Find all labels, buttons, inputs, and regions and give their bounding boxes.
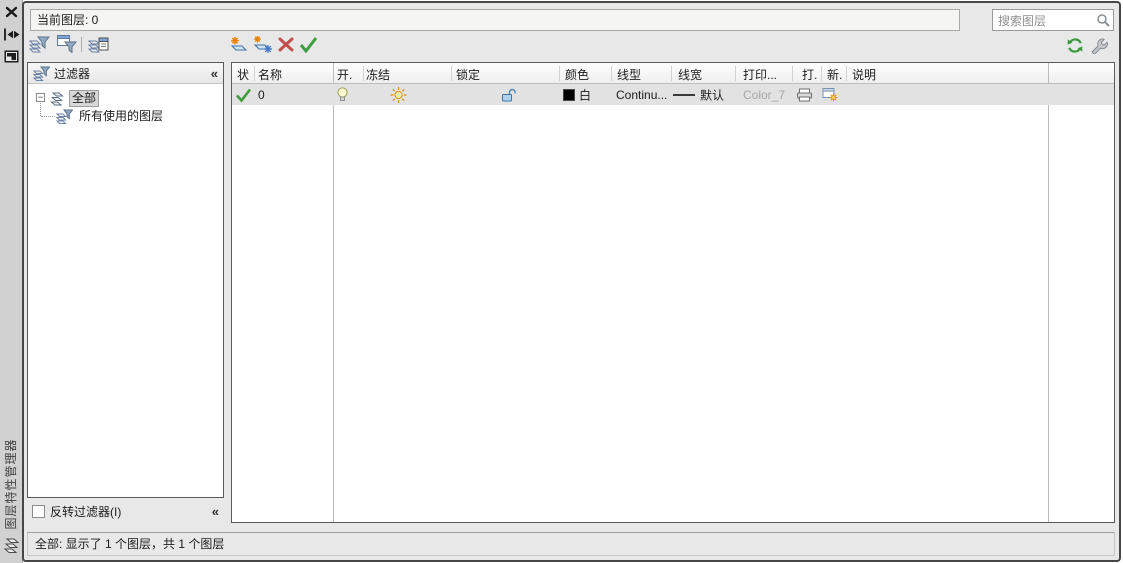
refresh-icon[interactable] xyxy=(1066,37,1084,54)
layer-name[interactable]: 0 xyxy=(258,88,265,102)
layer-list: 状 名称 开. 冻结 锁定 颜色 线型 线宽 打印... 打. 新. 说明 0 xyxy=(231,62,1115,523)
col-lock[interactable]: 锁定 xyxy=(456,66,480,83)
filter-panel-title: 过滤器 xyxy=(54,66,91,81)
filter-panel: 过滤器 « − 全部 所有使用的图层 xyxy=(27,62,224,498)
new-group-filter-icon[interactable] xyxy=(56,34,77,53)
col-plot[interactable]: 打. xyxy=(802,66,817,83)
palette-titlebar[interactable]: 图层特性管理器 xyxy=(0,0,23,563)
layer-list-header: 状 名称 开. 冻结 锁定 颜色 线型 线宽 打印... 打. 新. 说明 xyxy=(232,63,1114,84)
delete-layer-icon[interactable] xyxy=(277,37,295,52)
tree-connector xyxy=(40,103,42,116)
properties-menu-icon[interactable] xyxy=(4,50,19,63)
new-vp-freeze-icon[interactable] xyxy=(822,87,838,103)
filter-header-icon xyxy=(33,66,50,81)
tree-expander-icon[interactable]: − xyxy=(36,93,45,102)
filter-tree: − 全部 所有使用的图层 xyxy=(28,85,223,497)
toolbar-separator xyxy=(81,37,82,52)
settings-wrench-icon[interactable] xyxy=(1089,36,1109,54)
palette-title-vertical: 图层特性管理器 xyxy=(4,438,18,530)
current-layer-check-icon xyxy=(235,87,252,102)
property-filter-icon xyxy=(56,109,73,124)
current-layer-label: 当前图层: 0 xyxy=(37,13,99,27)
status-bar: 全部: 显示了 1 个图层，共 1 个图层 xyxy=(27,532,1115,556)
column-divider xyxy=(333,63,334,522)
bulb-on-icon[interactable] xyxy=(336,86,349,103)
layer-row[interactable]: 0 白 Continu... 默认 Color_7 xyxy=(232,84,1114,105)
current-layer-bar: 当前图层: 0 xyxy=(30,9,960,31)
tree-node-all-used-layers-label[interactable]: 所有使用的图层 xyxy=(76,109,166,124)
color-swatch[interactable] xyxy=(563,88,575,101)
col-name[interactable]: 名称 xyxy=(258,66,282,83)
collapse-tree-icon[interactable]: « xyxy=(212,505,219,518)
new-layer-vp-frozen-icon[interactable] xyxy=(252,35,274,54)
tree-connector xyxy=(41,116,55,118)
layers-stack-icon xyxy=(50,91,66,106)
col-color[interactable]: 颜色 xyxy=(565,66,589,83)
collapse-filter-panel-icon[interactable]: « xyxy=(211,67,218,80)
search-input[interactable] xyxy=(996,11,1096,31)
filter-panel-header: 过滤器 « xyxy=(28,63,223,84)
lineweight-sample xyxy=(673,93,695,96)
invert-filter-label[interactable]: 反转过滤器(I) xyxy=(50,503,212,520)
layer-states-manager-icon[interactable] xyxy=(88,35,109,53)
close-icon[interactable] xyxy=(5,6,18,18)
printer-plot-icon[interactable] xyxy=(796,88,813,102)
col-on[interactable]: 开. xyxy=(337,66,352,83)
layer-properties-manager-palette: { "palette": { "vertical_title": "图层特性管理… xyxy=(0,0,1123,563)
col-description[interactable]: 说明 xyxy=(852,66,876,83)
color-name[interactable]: 白 xyxy=(579,86,591,103)
col-plotstyle[interactable]: 打印... xyxy=(743,66,777,83)
search-box xyxy=(992,9,1114,31)
auto-hide-icon[interactable] xyxy=(3,27,20,42)
layers-stack-icon xyxy=(3,537,20,555)
sun-thaw-icon[interactable] xyxy=(390,86,407,103)
col-freeze[interactable]: 冻结 xyxy=(366,66,390,83)
col-lineweight[interactable]: 线宽 xyxy=(678,66,702,83)
col-newvp[interactable]: 新. xyxy=(827,66,842,83)
invert-filter-row: 反转过滤器(I) « xyxy=(27,501,224,521)
tree-node-all-used-layers[interactable]: 所有使用的图层 xyxy=(56,109,166,124)
col-status[interactable]: 状 xyxy=(237,66,249,83)
lineweight-value[interactable]: 默认 xyxy=(700,86,724,103)
new-property-filter-icon[interactable] xyxy=(29,35,50,53)
col-linetype[interactable]: 线型 xyxy=(617,66,641,83)
new-layer-icon[interactable] xyxy=(229,36,249,53)
set-current-icon[interactable] xyxy=(299,36,318,53)
status-text: 全部: 显示了 1 个图层，共 1 个图层 xyxy=(35,537,225,551)
unlock-icon[interactable] xyxy=(500,87,516,102)
plot-style-value: Color_7 xyxy=(743,87,786,102)
tree-node-all-label[interactable]: 全部 xyxy=(69,90,100,107)
linetype-value[interactable]: Continu... xyxy=(616,88,667,102)
magnifier-icon xyxy=(1096,13,1110,27)
column-divider xyxy=(1048,63,1049,522)
invert-filter-checkbox[interactable] xyxy=(32,504,45,518)
tree-node-all[interactable]: 全部 xyxy=(50,90,100,107)
